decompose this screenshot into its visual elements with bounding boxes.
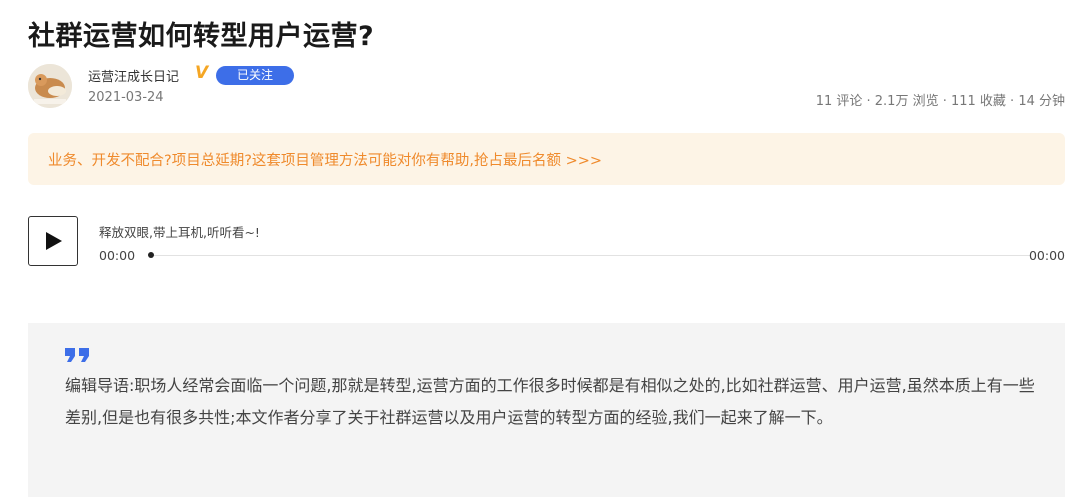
promo-banner[interactable]: 业务、开发不配合?项目总延期?这套项目管理方法可能对你有帮助,抢占最后名额 >>… (28, 133, 1065, 185)
article-stats: 11 评论 · 2.1万 浏览 · 111 收藏 · 14 分钟 (815, 94, 1065, 109)
audio-label: 释放双眼,带上耳机,听听看~! (99, 225, 260, 240)
audio-player: 释放双眼,带上耳机,听听看~! 00:00 00:00 (28, 216, 1065, 268)
article-title: 社群运营如何转型用户运营? (28, 21, 375, 52)
total-time: 00:00 (1028, 248, 1065, 263)
avatar[interactable] (28, 64, 72, 108)
author-name[interactable]: 运营汪成长日记 (88, 66, 179, 85)
author-meta-row: 运营汪成长日记 V 已关注 2021-03-24 11 评论 · 2.1万 浏览… (28, 62, 1065, 110)
article-page: 社群运营如何转型用户运营? 运营汪成长日记 V 已关注 2021-03-24 1… (0, 0, 1080, 497)
current-time: 00:00 (99, 248, 136, 263)
play-icon (46, 232, 62, 250)
follow-button[interactable]: 已关注 (216, 66, 294, 85)
progress-track[interactable] (150, 255, 1030, 256)
editor-guide-text: 编辑导语:职场人经常会面临一个问题,那就是转型,运营方面的工作很多时候都是有相似… (65, 376, 1035, 427)
verified-badge-icon: V (195, 63, 209, 83)
promo-link[interactable]: 业务、开发不配合?项目总延期?这套项目管理方法可能对你有帮助,抢占最后名额 >>… (48, 149, 602, 170)
editor-guide-box: 编辑导语:职场人经常会面临一个问题,那就是转型,运营方面的工作很多时候都是有相似… (28, 323, 1065, 497)
play-button[interactable] (28, 216, 78, 266)
publish-date: 2021-03-24 (88, 90, 164, 105)
progress-handle[interactable] (148, 252, 154, 258)
quote-icon (65, 348, 89, 362)
